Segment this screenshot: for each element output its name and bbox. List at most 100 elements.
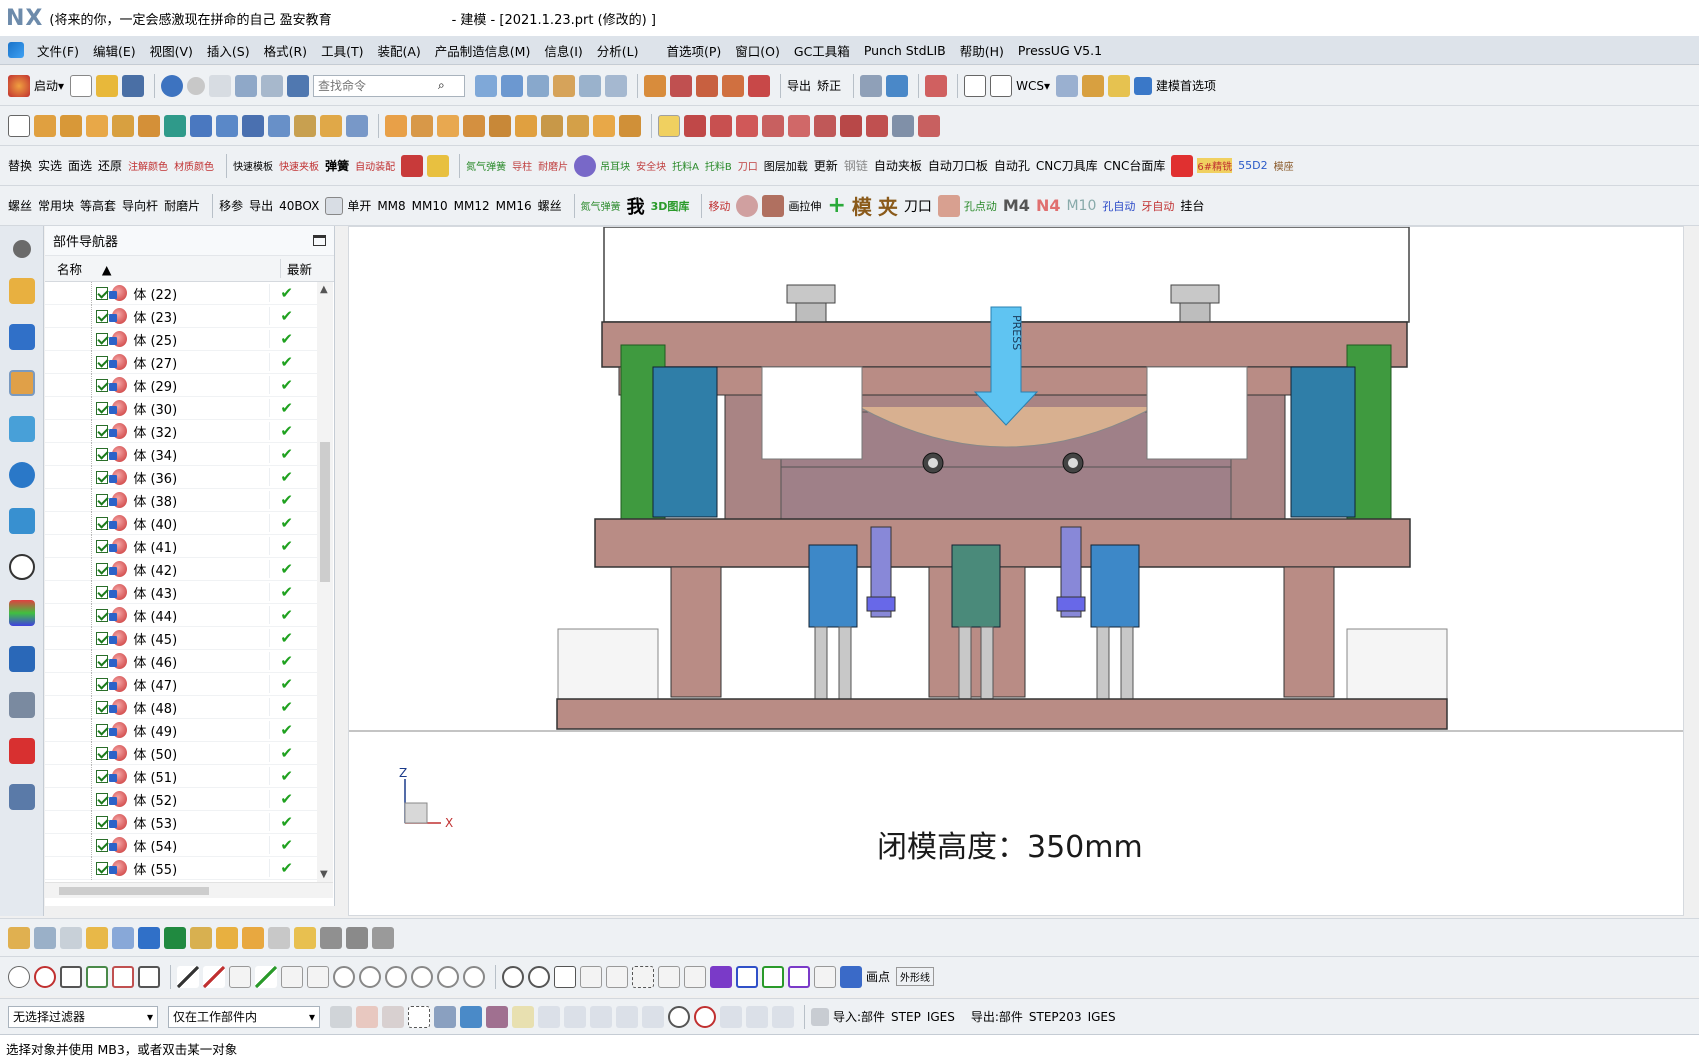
- menu-info[interactable]: 信息(I): [537, 41, 589, 60]
- visibility-checkbox[interactable]: [95, 309, 109, 323]
- hole-jog-button[interactable]: 孔点动: [964, 198, 997, 214]
- pull-face-icon[interactable]: [489, 114, 511, 137]
- tree-row[interactable]: 体 (42) ✔: [45, 557, 317, 581]
- common-block-button[interactable]: 常用块: [38, 197, 74, 214]
- menu-file[interactable]: 文件(F): [30, 41, 86, 60]
- copy-icon[interactable]: [235, 74, 258, 97]
- cut-icon[interactable]: [209, 74, 232, 97]
- mm12-button[interactable]: MM12: [454, 199, 490, 213]
- history-icon[interactable]: [8, 554, 35, 580]
- quick-template-button[interactable]: 快速模板: [233, 158, 273, 173]
- new-file-icon[interactable]: [70, 74, 93, 97]
- visibility-checkbox[interactable]: [95, 723, 109, 737]
- tree-row[interactable]: 体 (41) ✔: [45, 534, 317, 558]
- hole-auto-button[interactable]: 孔自动: [1102, 198, 1135, 214]
- show-hide-icon[interactable]: [190, 926, 212, 949]
- crosshair-box-icon[interactable]: [736, 965, 758, 988]
- tree-row[interactable]: 体 (32) ✔: [45, 419, 317, 443]
- tree-row[interactable]: 体 (25) ✔: [45, 327, 317, 351]
- draft-icon[interactable]: [320, 114, 342, 137]
- move-button[interactable]: 移动: [708, 198, 730, 214]
- import-step-button[interactable]: STEP: [891, 1010, 921, 1024]
- part-navigator-icon[interactable]: [8, 370, 35, 396]
- visibility-checkbox[interactable]: [95, 700, 109, 714]
- guide-rod-button[interactable]: 导向杆: [122, 197, 158, 214]
- die-base-button[interactable]: 模座: [1274, 158, 1294, 173]
- command-search[interactable]: ⌕: [313, 74, 466, 97]
- move-curve-icon[interactable]: [606, 965, 628, 988]
- paste-icon[interactable]: [261, 74, 284, 97]
- visibility-checkbox[interactable]: [95, 378, 109, 392]
- snap-end-icon[interactable]: [382, 1005, 404, 1028]
- snap-perp-icon[interactable]: [642, 1005, 664, 1028]
- visibility-checkbox[interactable]: [95, 493, 109, 507]
- palette-icon[interactable]: [8, 600, 35, 626]
- assembly-navigator-icon[interactable]: [8, 278, 35, 304]
- visibility-checkbox[interactable]: [95, 608, 109, 622]
- scroll-up-icon[interactable]: ▲: [320, 284, 328, 295]
- snap-tangent-icon[interactable]: [616, 1005, 638, 1028]
- n-sided-icon[interactable]: [605, 74, 628, 97]
- mold-button[interactable]: 模: [852, 191, 872, 220]
- annotation-color-button[interactable]: 注解颜色: [128, 158, 168, 173]
- chamfer-icon[interactable]: [346, 114, 368, 137]
- support-b-button[interactable]: 托料B: [705, 158, 732, 173]
- bounding-box-icon[interactable]: [632, 965, 654, 988]
- tree-row[interactable]: 体 (29) ✔: [45, 373, 317, 397]
- delete-face-icon[interactable]: [437, 114, 459, 137]
- clamp-button[interactable]: 夹: [878, 191, 898, 220]
- pattern-face-icon[interactable]: [541, 114, 563, 137]
- sync-move-face-icon[interactable]: [385, 114, 407, 137]
- circle-tangent-icon[interactable]: [333, 965, 355, 988]
- support-a-button[interactable]: 托料A: [672, 158, 699, 173]
- color-swatch-2-icon[interactable]: [990, 74, 1013, 97]
- hang-table-button[interactable]: 挂台: [1180, 197, 1204, 214]
- tree-row[interactable]: 体 (51) ✔: [45, 764, 317, 788]
- swept-icon[interactable]: [579, 74, 602, 97]
- auto-assembly-button[interactable]: 自动装配: [355, 158, 395, 173]
- layer-load-button[interactable]: 图层加载: [764, 158, 808, 174]
- tree-row[interactable]: 体 (50) ✔: [45, 741, 317, 765]
- column-latest[interactable]: 最新: [280, 259, 330, 278]
- tree-row[interactable]: 体 (36) ✔: [45, 465, 317, 489]
- menu-edit[interactable]: 编辑(E): [86, 41, 143, 60]
- corner-draw-icon[interactable]: [684, 965, 706, 988]
- export-iges-button[interactable]: IGES: [1088, 1010, 1116, 1024]
- shield-icon[interactable]: [574, 154, 597, 177]
- line-icon[interactable]: [925, 74, 948, 97]
- sketch-icon[interactable]: [8, 114, 30, 137]
- move-to-layer-icon[interactable]: [886, 74, 909, 97]
- draw-extrude-button[interactable]: 画拉伸: [788, 198, 821, 214]
- system-scenes-icon[interactable]: [8, 738, 35, 764]
- hole-icon[interactable]: [190, 114, 212, 137]
- layer-settings-icon[interactable]: [860, 74, 883, 97]
- angle-line-draw-icon[interactable]: [229, 965, 251, 988]
- spline-icon[interactable]: [748, 74, 771, 97]
- tree-row[interactable]: 体 (34) ✔: [45, 442, 317, 466]
- graphics-window[interactable]: PRESS Z X 闭模高度：350mm: [348, 226, 1684, 916]
- wear-plate-button[interactable]: 耐磨片: [538, 158, 568, 173]
- shell-icon[interactable]: [216, 114, 238, 137]
- visibility-checkbox[interactable]: [95, 838, 109, 852]
- tree-row[interactable]: 体 (43) ✔: [45, 580, 317, 604]
- scroll-down-icon[interactable]: ▼: [320, 869, 328, 880]
- surface-icon[interactable]: [475, 74, 498, 97]
- perpendicular-icon[interactable]: [762, 114, 784, 137]
- single-open-button[interactable]: 单开: [347, 197, 371, 214]
- table-icon[interactable]: [811, 1007, 829, 1026]
- update-button[interactable]: 更新: [814, 157, 838, 174]
- tree-row[interactable]: 体 (38) ✔: [45, 488, 317, 512]
- visibility-checkbox[interactable]: [95, 470, 109, 484]
- spline-green-icon[interactable]: [762, 965, 784, 988]
- tree-row[interactable]: 体 (53) ✔: [45, 810, 317, 834]
- offset-face-icon[interactable]: [294, 114, 316, 137]
- visibility-checkbox[interactable]: [95, 654, 109, 668]
- hscroll-thumb[interactable]: [59, 887, 209, 895]
- snap-face-icon[interactable]: [772, 1005, 794, 1028]
- unite-icon[interactable]: [112, 114, 134, 137]
- export-part-button[interactable]: 导出:部件: [971, 1008, 1023, 1025]
- visibility-checkbox[interactable]: [95, 539, 109, 553]
- tree-row[interactable]: 体 (27) ✔: [45, 350, 317, 374]
- linear-dimension-icon[interactable]: [593, 114, 615, 137]
- angle-line-icon[interactable]: [710, 114, 732, 137]
